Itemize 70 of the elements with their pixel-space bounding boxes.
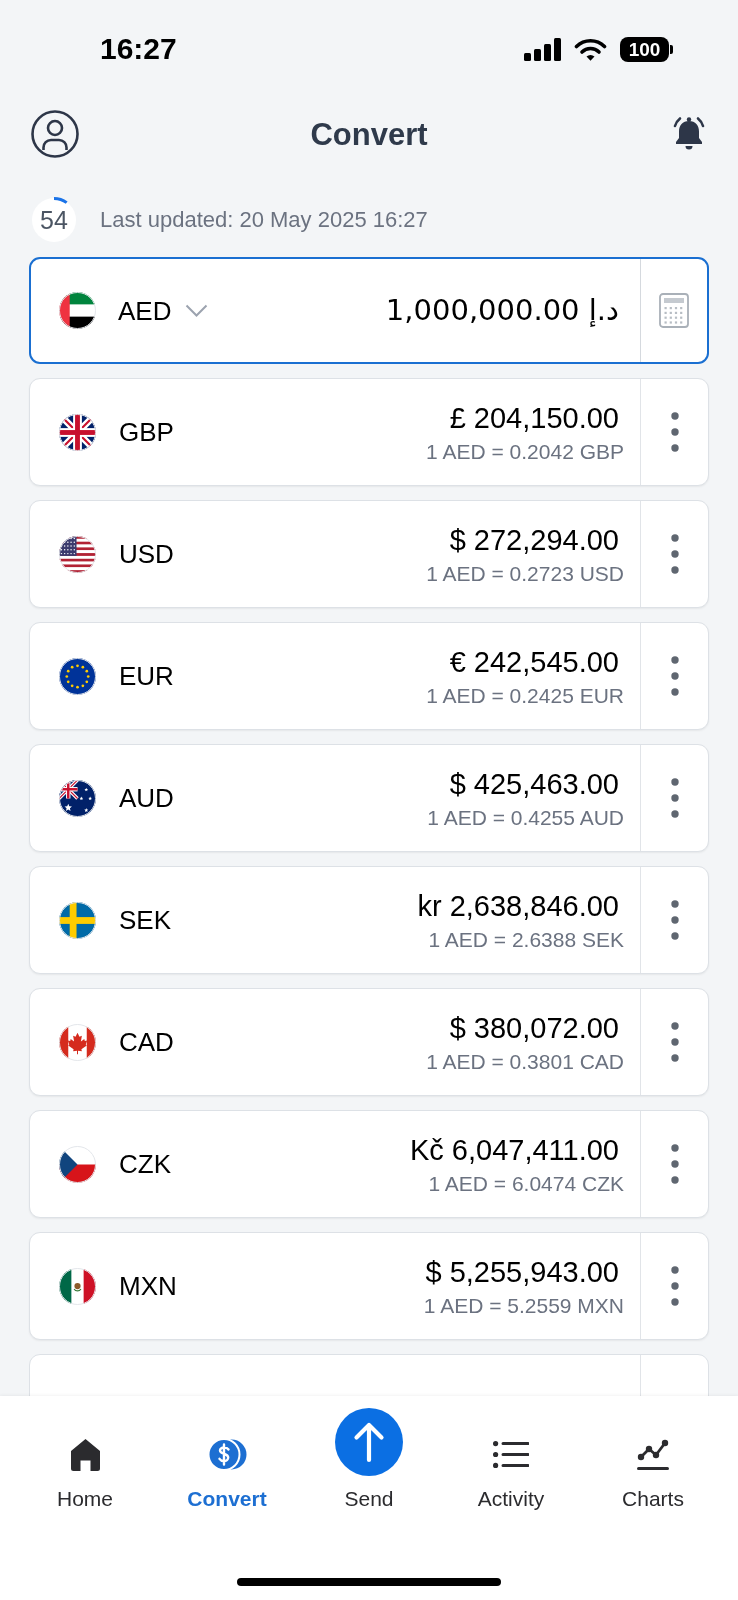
currency-card[interactable]: SEK kr 2,638,846.00 1 AED = 2.6388 SEK: [29, 866, 709, 974]
more-options-icon[interactable]: [670, 534, 679, 574]
australia-flag-icon: [59, 779, 96, 817]
wifi-icon: [574, 37, 607, 61]
home-icon: [69, 1438, 101, 1471]
exchange-rate: 1 AED = 0.2425 EUR: [426, 682, 624, 709]
avatar-icon[interactable]: [31, 110, 79, 158]
converted-amount: $ 425,463.00: [449, 766, 619, 801]
exchange-rate: 1 AED = 0.2723 USD: [426, 560, 624, 587]
currency-code: MXN: [119, 1273, 177, 1299]
last-updated-text: Last updated: 20 May 2025 16:27: [100, 208, 428, 231]
currency-card[interactable]: USD $ 272,294.00 1 AED = 0.2723 USD: [29, 500, 709, 608]
more-options-icon[interactable]: [670, 1022, 679, 1062]
currency-card[interactable]: CAD $ 380,072.00 1 AED = 0.3801 CAD: [29, 988, 709, 1096]
converted-amount: € 242,545.00: [449, 644, 619, 679]
currency-code: SEK: [119, 907, 172, 933]
nav-tab[interactable]: Charts: [622, 1438, 684, 1512]
nav-tab[interactable]: Send: [335, 1408, 403, 1512]
currency-code: USD: [119, 541, 174, 567]
signal-icon: [524, 37, 561, 61]
exchange-rate: 1 AED = 5.2559 MXN: [423, 1292, 624, 1319]
currency-card[interactable]: GBP £ 204,150.00 1 AED = 0.2042 GBP: [29, 378, 709, 486]
currency-code: EUR: [119, 663, 174, 689]
converted-amount: £ 204,150.00: [449, 400, 619, 435]
sweden-flag-icon: [59, 901, 96, 939]
countdown-ring: [31, 196, 77, 243]
nav-tab[interactable]: Activity: [477, 1441, 545, 1512]
currency-card[interactable]: AUD $ 425,463.00 1 AED = 0.4255 AUD: [29, 744, 709, 852]
converted-amount: $ 380,072.00: [449, 1010, 619, 1045]
currency-code: AUD: [119, 785, 174, 811]
currency-code: GBP: [119, 419, 174, 445]
currency-code: CAD: [119, 1029, 174, 1055]
czech-flag-icon: [59, 1145, 96, 1183]
nav-tab[interactable]: Home: [57, 1438, 113, 1512]
currency-code: CZK: [119, 1151, 171, 1177]
chevron-down-icon: [185, 304, 209, 317]
converted-amount: $ 272,294.00: [449, 522, 619, 557]
amount-input[interactable]: 1,000,000.00 د.إ: [385, 296, 619, 325]
currency-card[interactable]: EUR € 242,545.00 1 AED = 0.2425 EUR: [29, 622, 709, 730]
eu-flag-icon: [59, 657, 96, 695]
more-options-icon[interactable]: [670, 778, 679, 818]
mexico-flag-icon: [59, 1267, 96, 1305]
us-flag-icon: [59, 535, 96, 573]
exchange-rate: 1 AED = 0.2042 GBP: [426, 438, 624, 465]
list-icon: [493, 1441, 529, 1468]
currency-card[interactable]: MXN $ 5,255,943.00 1 AED = 5.2559 MXN: [29, 1232, 709, 1340]
currency-card[interactable]: CZK Kč 6,047,411.00 1 AED = 6.0474 CZK: [29, 1110, 709, 1218]
more-options-icon[interactable]: [670, 1266, 679, 1306]
uae-flag-icon: [59, 292, 96, 329]
status-time: 16:27: [100, 34, 177, 64]
more-options-icon[interactable]: [670, 1144, 679, 1184]
dollar-coins-icon: [207, 1438, 247, 1471]
canada-flag-icon: [59, 1023, 96, 1061]
converted-amount: Kč 6,047,411.00: [409, 1132, 619, 1167]
converted-amount: kr 2,638,846.00: [417, 888, 619, 923]
exchange-rate: 1 AED = 0.4255 AUD: [427, 804, 624, 831]
line-chart-icon: [637, 1438, 669, 1471]
exchange-rate: 1 AED = 6.0474 CZK: [428, 1170, 624, 1197]
nav-tab[interactable]: Convert: [187, 1438, 267, 1512]
currency-dropdown[interactable]: AED: [118, 297, 209, 324]
countdown-text: 54: [40, 207, 68, 232]
exchange-rate: 1 AED = 0.3801 CAD: [426, 1048, 624, 1075]
more-options-icon[interactable]: [670, 656, 679, 696]
more-options-icon[interactable]: [670, 900, 679, 940]
more-options-icon[interactable]: [670, 412, 679, 452]
exchange-rate: 1 AED = 2.6388 SEK: [428, 926, 624, 953]
page-title: Convert: [310, 118, 428, 150]
converted-amount: $ 5,255,943.00: [425, 1254, 619, 1289]
battery-indicator: 100: [620, 36, 673, 62]
uk-flag-icon: [59, 413, 96, 451]
